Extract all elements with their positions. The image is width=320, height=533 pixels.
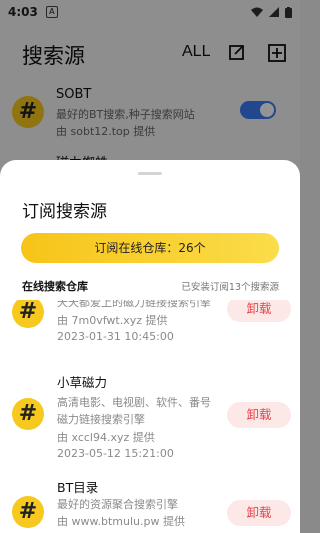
list-item: BT目录 # 最好的资源聚合搜索引擎 由 www.btmulu.pw 提供 卸载 xyxy=(0,475,300,533)
item-desc: 磁力链接搜索引擎 xyxy=(57,413,145,426)
hash-icon: # xyxy=(12,398,44,430)
list-item: 小草磁力 # 高清电影、电视剧、软件、番号 磁力链接搜索引擎 由 xccl94.… xyxy=(0,370,300,465)
item-provider: 由 7m0vfwt.xyz 提供 xyxy=(57,314,168,327)
item-desc: 高清电影、电视剧、软件、番号 xyxy=(57,396,211,409)
item-name: BT目录 xyxy=(57,480,99,495)
item-desc: 天天都爱上的磁力链接搜索引擎 xyxy=(57,300,211,309)
repo-list[interactable]: # 天天都爱上的磁力链接搜索引擎 由 7m0vfwt.xyz 提供 2023-0… xyxy=(0,300,300,533)
uninstall-button[interactable]: 卸载 xyxy=(227,402,291,428)
section-label: 在线搜索仓库 xyxy=(22,280,88,293)
item-name: 小草磁力 xyxy=(57,375,108,390)
item-desc: 最好的资源聚合搜索引擎 xyxy=(57,498,178,511)
sheet-title: 订阅搜索源 xyxy=(22,202,107,222)
item-provider: 由 www.btmulu.pw 提供 xyxy=(57,515,185,528)
item-date: 2023-05-12 15:21:00 xyxy=(57,447,174,460)
section-note: 已安装订阅13个搜索源 xyxy=(181,282,279,293)
item-date: 2023-01-31 10:45:00 xyxy=(57,330,174,343)
item-provider: 由 xccl94.xyz 提供 xyxy=(57,431,155,444)
hash-icon: # xyxy=(12,300,44,328)
list-item: # 天天都爱上的磁力链接搜索引擎 由 7m0vfwt.xyz 提供 2023-0… xyxy=(0,300,300,352)
subscribe-repo-button[interactable]: 订阅在线仓库：26个 xyxy=(21,233,279,263)
uninstall-button[interactable]: 卸载 xyxy=(227,500,291,526)
drag-handle[interactable] xyxy=(138,172,162,175)
hash-icon: # xyxy=(12,496,44,528)
subscribe-bottom-sheet: 订阅搜索源 订阅在线仓库：26个 在线搜索仓库 已安装订阅13个搜索源 # 天天… xyxy=(0,160,300,533)
uninstall-button[interactable]: 卸载 xyxy=(227,300,291,322)
